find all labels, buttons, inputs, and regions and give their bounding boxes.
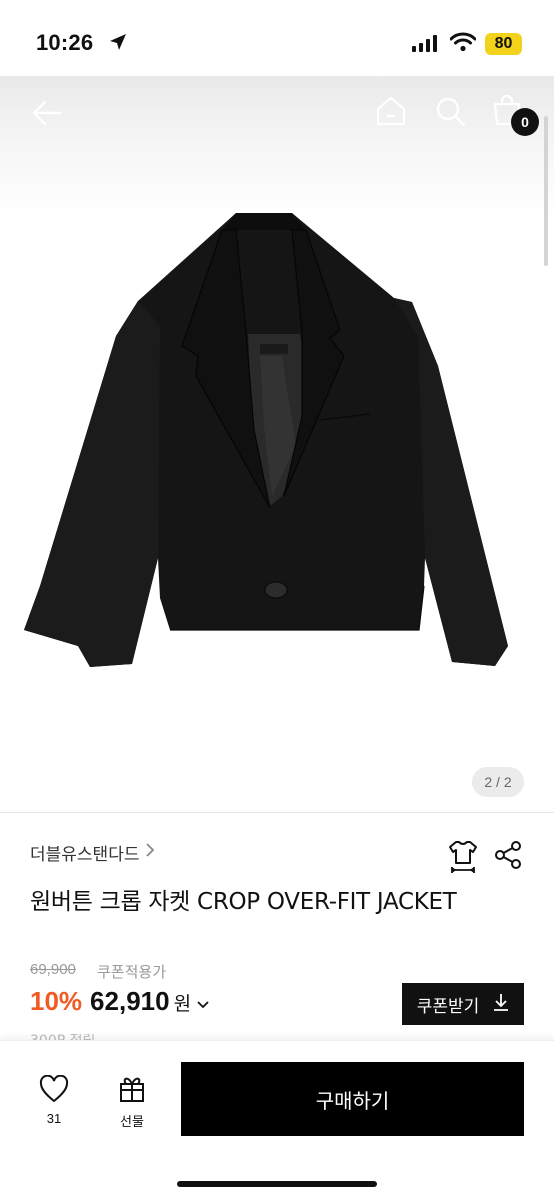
gift-label: 선물 — [120, 1115, 144, 1130]
divider — [0, 812, 554, 813]
search-icon[interactable] — [433, 94, 467, 132]
size-fit-icon[interactable] — [448, 839, 478, 877]
cellular-signal-icon — [412, 34, 437, 52]
home-indicator[interactable] — [177, 1181, 377, 1187]
status-time: 10:26 — [36, 30, 94, 55]
brand-name: 더블유스탠다드 — [30, 845, 140, 865]
battery-indicator: 80 — [485, 33, 522, 55]
coupon-price-note: 쿠폰적용가 — [97, 963, 167, 981]
wifi-icon — [449, 32, 477, 56]
location-arrow-icon — [108, 32, 128, 56]
status-bar: 10:26 80 — [0, 0, 554, 76]
like-button[interactable]: 31 — [36, 1074, 72, 1126]
gallery-pager: 2 / 2 — [472, 767, 524, 797]
product-image[interactable] — [20, 206, 540, 676]
chevron-down-icon[interactable] — [197, 996, 209, 1014]
like-count: 31 — [46, 1111, 62, 1126]
discount-rate: 10% — [30, 986, 83, 1016]
coupon-button-label: 쿠폰받기 — [416, 996, 480, 1017]
gift-button[interactable]: 선물 — [112, 1073, 152, 1130]
price-row[interactable]: 10% 62,910 원 — [30, 986, 209, 1017]
currency-unit: 원 — [173, 993, 192, 1015]
gift-icon — [117, 1077, 147, 1107]
download-icon — [493, 993, 509, 1016]
sale-price: 62,910 — [90, 986, 170, 1016]
product-title: 원버튼 크롭 자켓 CROP OVER-FIT JACKET — [30, 889, 457, 915]
brand-link[interactable]: 더블유스탠다드 — [30, 840, 155, 865]
buy-button[interactable]: 구매하기 — [181, 1062, 524, 1136]
bottom-action-bar: 31 선물 구매하기 — [0, 1040, 554, 1200]
share-icon[interactable] — [493, 840, 523, 874]
original-price: 69,900 — [30, 961, 76, 978]
cart-count-badge[interactable]: 0 — [511, 108, 539, 136]
product-gallery[interactable]: 0 2 / 2 — [0, 76, 554, 811]
coupon-download-button[interactable]: 쿠폰받기 — [402, 983, 524, 1025]
back-arrow-icon[interactable] — [30, 96, 64, 130]
page-scrollbar[interactable] — [544, 116, 548, 266]
chevron-right-icon — [145, 842, 155, 863]
heart-icon — [39, 1074, 69, 1107]
home-icon[interactable] — [374, 94, 408, 132]
